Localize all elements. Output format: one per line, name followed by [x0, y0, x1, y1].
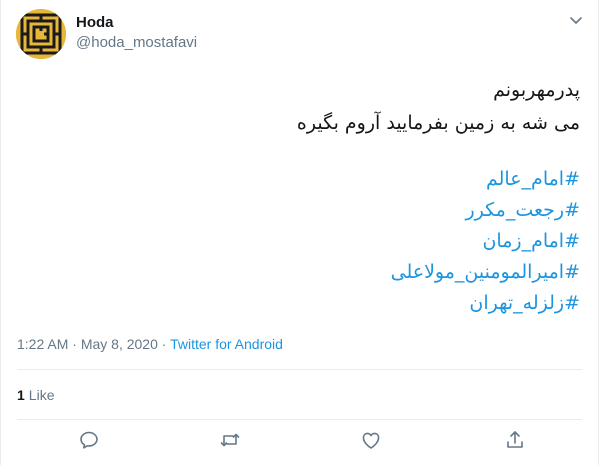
hashtag-link[interactable]: #رجعت_مکرر	[20, 195, 581, 226]
meta-separator: ·	[157, 336, 171, 352]
hashtag-link[interactable]: #زلزله_تهران	[20, 288, 580, 319]
divider	[17, 419, 582, 420]
hashtag-link[interactable]: #امیرالمومنین_مولاعلی	[20, 257, 580, 288]
tweet-metadata: 1:22 AM · May 8, 2020 · Twitter for Andr…	[17, 335, 283, 353]
hashtag-link[interactable]: #امام_عالم	[20, 164, 580, 195]
tweet-actions	[1, 428, 599, 456]
likes-label: Like	[28, 387, 55, 403]
share-icon[interactable]	[503, 428, 527, 452]
divider	[17, 369, 582, 370]
tweet-time[interactable]: 1:22 AM	[17, 336, 68, 352]
heart-icon[interactable]	[359, 428, 383, 452]
meta-separator: ·	[68, 336, 81, 352]
author-block[interactable]: Hoda @hoda_mostafavi	[76, 14, 197, 53]
user-handle[interactable]: @hoda_mostafavi	[76, 33, 197, 53]
tweet-card: Hoda @hoda_mostafavi پدرمهربونم می شه به…	[0, 0, 599, 465]
tweet-source-link[interactable]: Twitter for Android	[170, 336, 283, 352]
tweet-text: پدرمهربونم می شه به زمین بفرمایید آروم ب…	[20, 74, 580, 319]
avatar[interactable]	[16, 9, 66, 59]
avatar-maze-pattern	[16, 9, 66, 59]
hashtag-link[interactable]: #امام_زمان	[20, 226, 580, 257]
likes-stat[interactable]: 1 Like	[17, 386, 54, 404]
tweet-date[interactable]: May 8, 2020	[81, 336, 158, 352]
chevron-down-icon[interactable]	[568, 12, 584, 28]
reply-icon[interactable]	[77, 428, 101, 452]
retweet-icon[interactable]	[218, 428, 242, 452]
likes-count: 1	[17, 387, 25, 403]
display-name[interactable]: Hoda	[76, 14, 197, 32]
tweet-line: می شه به زمین بفرمایید آروم بگیره	[296, 112, 580, 134]
tweet-line: پدرمهربونم	[493, 79, 580, 101]
